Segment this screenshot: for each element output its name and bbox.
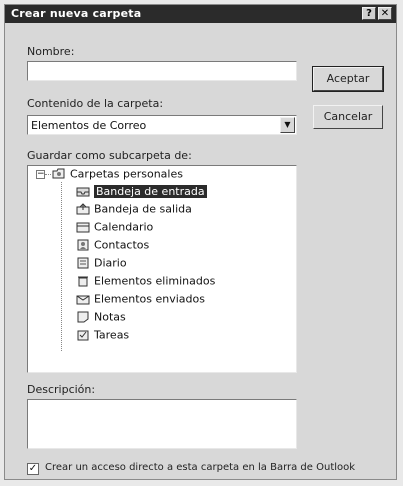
deleted-items-icon xyxy=(76,275,90,287)
shortcut-checkbox[interactable]: ✓ xyxy=(27,463,39,475)
contents-label: Contenido de la carpeta: xyxy=(27,97,164,110)
dialog-title: Crear nueva carpeta xyxy=(11,7,142,20)
help-button[interactable]: ? xyxy=(362,7,376,20)
description-textarea[interactable] xyxy=(27,399,297,449)
close-button[interactable]: ✕ xyxy=(378,7,392,20)
calendar-icon xyxy=(76,221,90,233)
tree-item-label: Bandeja de entrada xyxy=(94,184,207,198)
tree-item-label: Elementos enviados xyxy=(94,292,205,306)
tree-item-label: Contactos xyxy=(94,238,150,252)
contents-selected-value: Elementos de Correo xyxy=(31,119,147,132)
tree-item-sent-items[interactable]: Elementos enviados xyxy=(76,292,205,307)
journal-icon xyxy=(76,257,90,269)
contacts-icon xyxy=(76,239,90,251)
tree-item-label: Tareas xyxy=(94,328,130,342)
tree-item-label: Elementos eliminados xyxy=(94,274,216,288)
tree-item-tasks[interactable]: Tareas xyxy=(76,328,129,343)
folder-tree-content: − Carpetas personales Bandeja de entrada… xyxy=(28,166,296,372)
title-bar: Crear nueva carpeta ? ✕ xyxy=(5,5,396,23)
tree-item-label: Bandeja de salida xyxy=(94,202,192,216)
tree-item-notes[interactable]: Notas xyxy=(76,310,126,325)
create-folder-dialog: Crear nueva carpeta ? ✕ Nombre: Aceptar … xyxy=(4,4,397,480)
tree-item-label: Diario xyxy=(94,256,127,270)
description-label: Descripción: xyxy=(27,383,96,396)
notes-icon xyxy=(76,311,90,323)
tree-item-label: Carpetas personales xyxy=(70,167,183,181)
tasks-icon xyxy=(76,329,90,341)
tree-item-personal-folders[interactable]: Carpetas personales xyxy=(52,167,183,182)
tree-item-label: Calendario xyxy=(94,220,154,234)
ok-button[interactable]: Aceptar xyxy=(312,66,384,92)
personal-folders-icon xyxy=(52,168,66,180)
tree-item-label: Notas xyxy=(94,310,126,324)
chevron-down-icon[interactable]: ▼ xyxy=(280,117,295,133)
tree-item-journal[interactable]: Diario xyxy=(76,256,127,271)
tree-item-inbox[interactable]: Bandeja de entrada xyxy=(76,184,207,199)
outbox-icon xyxy=(76,203,90,215)
tree-item-deleted-items[interactable]: Elementos eliminados xyxy=(76,274,215,289)
sent-items-icon xyxy=(76,293,90,305)
tree-connector xyxy=(45,174,51,175)
tree-item-contacts[interactable]: Contactos xyxy=(76,238,149,253)
save-as-label: Guardar como subcarpeta de: xyxy=(27,149,192,162)
name-label: Nombre: xyxy=(27,45,75,58)
contents-select[interactable]: Elementos de Correo ▼ xyxy=(27,115,297,135)
folder-tree[interactable]: − Carpetas personales Bandeja de entrada… xyxy=(27,165,297,373)
tree-item-calendar[interactable]: Calendario xyxy=(76,220,153,235)
tree-connector xyxy=(61,182,62,351)
cancel-button[interactable]: Cancelar xyxy=(313,105,383,129)
tree-item-outbox[interactable]: Bandeja de salida xyxy=(76,202,192,217)
tree-expander[interactable]: − xyxy=(36,170,45,179)
shortcut-label: Crear un acceso directo a esta carpeta e… xyxy=(45,462,356,473)
inbox-icon xyxy=(76,185,90,197)
name-input[interactable] xyxy=(27,61,297,81)
